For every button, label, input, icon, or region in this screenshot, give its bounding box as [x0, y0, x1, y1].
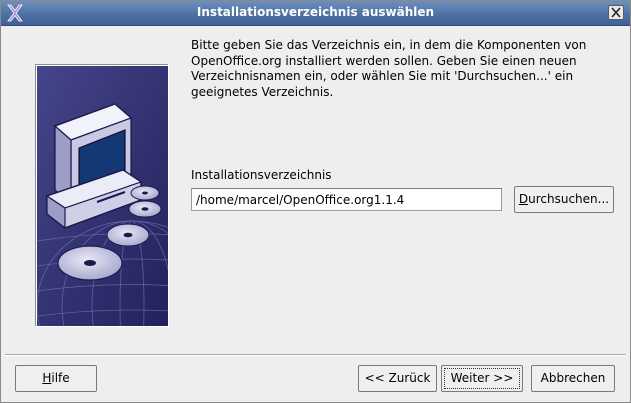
- button-separator: [5, 354, 626, 356]
- window-title: Installationsverzeichnis auswählen: [196, 5, 435, 19]
- help-label: ilfe: [51, 371, 70, 385]
- back-label: << Zurück: [364, 371, 431, 385]
- cancel-label: Abbrechen: [540, 371, 606, 385]
- instruction-text: Bitte geben Sie das Verzeichnis ein, in …: [191, 38, 587, 99]
- next-label: Weiter >>: [450, 371, 514, 385]
- cancel-button[interactable]: Abbrechen: [531, 365, 615, 392]
- back-button[interactable]: << Zurück: [358, 365, 437, 392]
- install-dir-input[interactable]: [191, 188, 502, 211]
- installer-illustration: [36, 65, 228, 392]
- browse-button[interactable]: Durchsuchen...: [514, 186, 614, 213]
- browse-mnemonic: D: [518, 192, 529, 206]
- close-icon: [611, 7, 621, 18]
- close-button[interactable]: [608, 5, 624, 20]
- install-dir-label: Installationsverzeichnis: [191, 168, 332, 182]
- help-button[interactable]: Hilfe: [15, 365, 97, 392]
- next-button[interactable]: Weiter >>: [441, 365, 523, 392]
- browse-label: urchsuchen...: [528, 192, 610, 206]
- computer-and-discs-illustration: [36, 66, 228, 392]
- installer-dialog: Installationsverzeichnis auswählen Bitte…: [0, 0, 631, 403]
- title-bar[interactable]: Installationsverzeichnis auswählen: [1, 1, 630, 26]
